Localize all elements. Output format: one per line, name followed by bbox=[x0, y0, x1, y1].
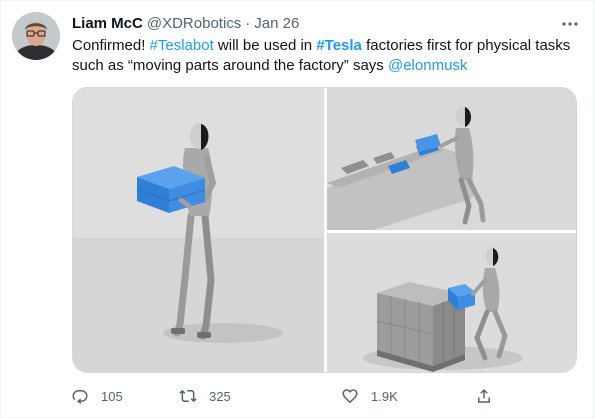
reply-icon bbox=[65, 381, 95, 411]
share-button[interactable] bbox=[469, 381, 499, 411]
retweet-icon bbox=[173, 381, 203, 411]
media-grid bbox=[72, 87, 577, 373]
avatar[interactable] bbox=[12, 12, 60, 60]
tweet-card[interactable]: Liam McC @XDRobotics · Jan 26 Confirmed!… bbox=[0, 0, 595, 418]
share-icon bbox=[469, 381, 499, 411]
more-options-button[interactable] bbox=[558, 12, 582, 34]
robot-holding-box-image[interactable] bbox=[73, 88, 324, 373]
text-plain: will be used in bbox=[213, 37, 317, 54]
robot-stacking-pallet-image[interactable] bbox=[327, 233, 577, 373]
like-button[interactable]: 1.9K bbox=[335, 381, 398, 411]
reply-button[interactable]: 105 bbox=[65, 381, 123, 411]
tweet-actions: 105 325 1.9K bbox=[65, 381, 505, 411]
retweet-count: 325 bbox=[209, 388, 231, 404]
tweet-header: Liam McC @XDRobotics · Jan 26 bbox=[72, 13, 299, 33]
text-plain: Confirmed! bbox=[72, 37, 150, 54]
tweet-text: Confirmed! #Teslabot will be used in #Te… bbox=[72, 36, 577, 76]
author-name[interactable]: Liam McC bbox=[72, 15, 143, 32]
like-count: 1.9K bbox=[371, 388, 398, 404]
retweet-button[interactable]: 325 bbox=[173, 381, 231, 411]
author-handle[interactable]: @XDRobotics bbox=[147, 15, 241, 32]
more-icon bbox=[561, 14, 579, 32]
reply-count: 105 bbox=[101, 388, 123, 404]
header-separator: · bbox=[245, 14, 251, 32]
robot-at-conveyor-image[interactable] bbox=[327, 88, 577, 230]
heart-icon bbox=[335, 381, 365, 411]
mention-elonmusk[interactable]: @elonmusk bbox=[388, 57, 467, 74]
tweet-date[interactable]: Jan 26 bbox=[254, 15, 299, 32]
hashtag-tesla[interactable]: #Tesla bbox=[316, 37, 362, 54]
hashtag-teslabot[interactable]: #Teslabot bbox=[150, 37, 214, 54]
